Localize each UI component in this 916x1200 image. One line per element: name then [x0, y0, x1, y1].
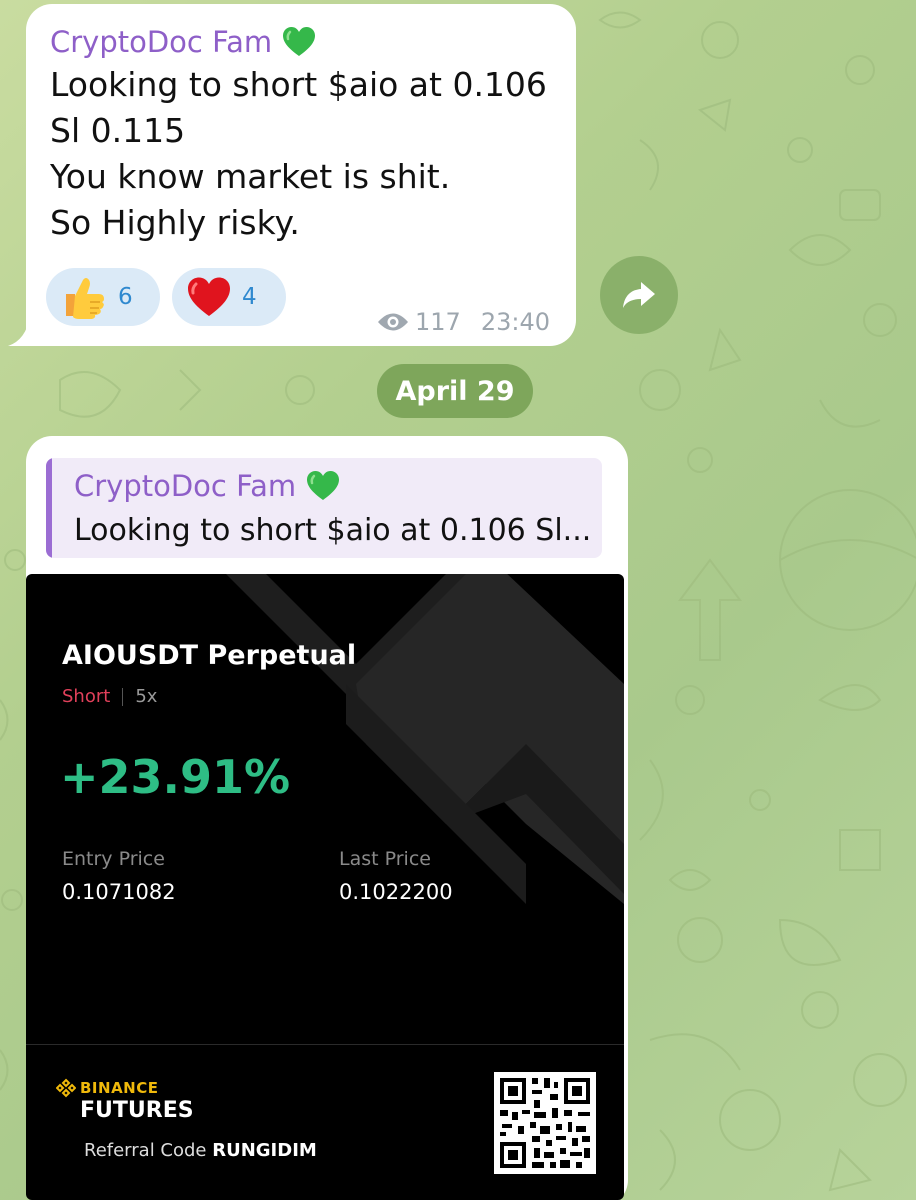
message-meta: 117 23:40	[377, 308, 550, 336]
sender-name-text[interactable]: CryptoDoc Fam	[50, 22, 272, 62]
last-price-label: Last Price	[339, 848, 431, 870]
message-bubble-with-image[interactable]: CryptoDoc Fam Looking to short $aio at 0…	[26, 436, 628, 1200]
reply-snippet: Looking to short $aio at 0.106 Sl...	[74, 513, 592, 548]
reply-accent-bar	[46, 458, 52, 558]
message-line: You know market is shit.	[50, 157, 451, 196]
reaction-count: 4	[242, 284, 257, 310]
position-side: Short	[62, 686, 111, 707]
card-divider	[26, 1044, 624, 1045]
message-line: Sl 0.115	[50, 111, 186, 150]
reaction-red-heart[interactable]: 4	[172, 268, 286, 326]
pnl-card-image[interactable]: AIOUSDT Perpetual Short 5x +23.91% Entry…	[26, 574, 624, 1200]
referral-code-value: RUNGIDIM	[212, 1140, 317, 1161]
brand-binance: BINANCE	[80, 1079, 159, 1097]
position-info: Short 5x	[62, 686, 157, 707]
qr-code	[494, 1072, 596, 1174]
message-line: So Highly risky.	[50, 203, 300, 242]
message-text: Looking to short $aio at 0.106 Sl 0.115 …	[50, 62, 552, 246]
message-time: 23:40	[480, 308, 550, 336]
reply-quote[interactable]: CryptoDoc Fam Looking to short $aio at 0…	[46, 458, 602, 558]
entry-price-label: Entry Price	[62, 848, 165, 870]
date-separator-text: April 29	[395, 375, 515, 407]
separator	[122, 687, 124, 706]
qr-code-image	[494, 1072, 596, 1174]
eye-icon	[378, 313, 409, 331]
forward-button[interactable]	[600, 256, 678, 334]
red-heart-icon	[188, 277, 230, 316]
date-separator: April 29	[377, 364, 533, 418]
reaction-thumbs-up[interactable]: 6	[46, 268, 160, 326]
chat-screen: CryptoDoc Fam Looking to short $aio at 0…	[0, 0, 916, 1200]
leverage: 5x	[135, 686, 158, 707]
binance-logo-icon	[56, 1078, 76, 1098]
reply-sender: CryptoDoc Fam	[74, 466, 340, 506]
green-heart-icon	[283, 27, 316, 56]
message-bubble[interactable]: CryptoDoc Fam Looking to short $aio at 0…	[26, 4, 576, 346]
thumbs-up-icon	[66, 278, 104, 319]
referral-code: Referral Code RUNGIDIM	[84, 1140, 317, 1161]
reactions-row: 6 4	[46, 268, 286, 326]
last-price-value: 0.1022200	[339, 880, 453, 904]
reply-sender-text: CryptoDoc Fam	[74, 469, 297, 503]
view-count: 117	[415, 308, 461, 336]
green-heart-icon	[307, 471, 340, 500]
pnl-percentage: +23.91%	[60, 750, 291, 804]
sender-name[interactable]: CryptoDoc Fam	[50, 22, 552, 62]
binance-futures-logo: BINANCE FUTURES	[56, 1078, 194, 1123]
reaction-count: 6	[118, 284, 133, 310]
trading-pair: AIOUSDT Perpetual	[62, 640, 357, 671]
brand-futures: FUTURES	[80, 1098, 194, 1123]
message-line: Looking to short $aio at 0.106	[50, 65, 547, 104]
referral-label: Referral Code	[84, 1140, 213, 1161]
forward-arrow-icon	[623, 282, 655, 308]
entry-price-value: 0.1071082	[62, 880, 176, 904]
